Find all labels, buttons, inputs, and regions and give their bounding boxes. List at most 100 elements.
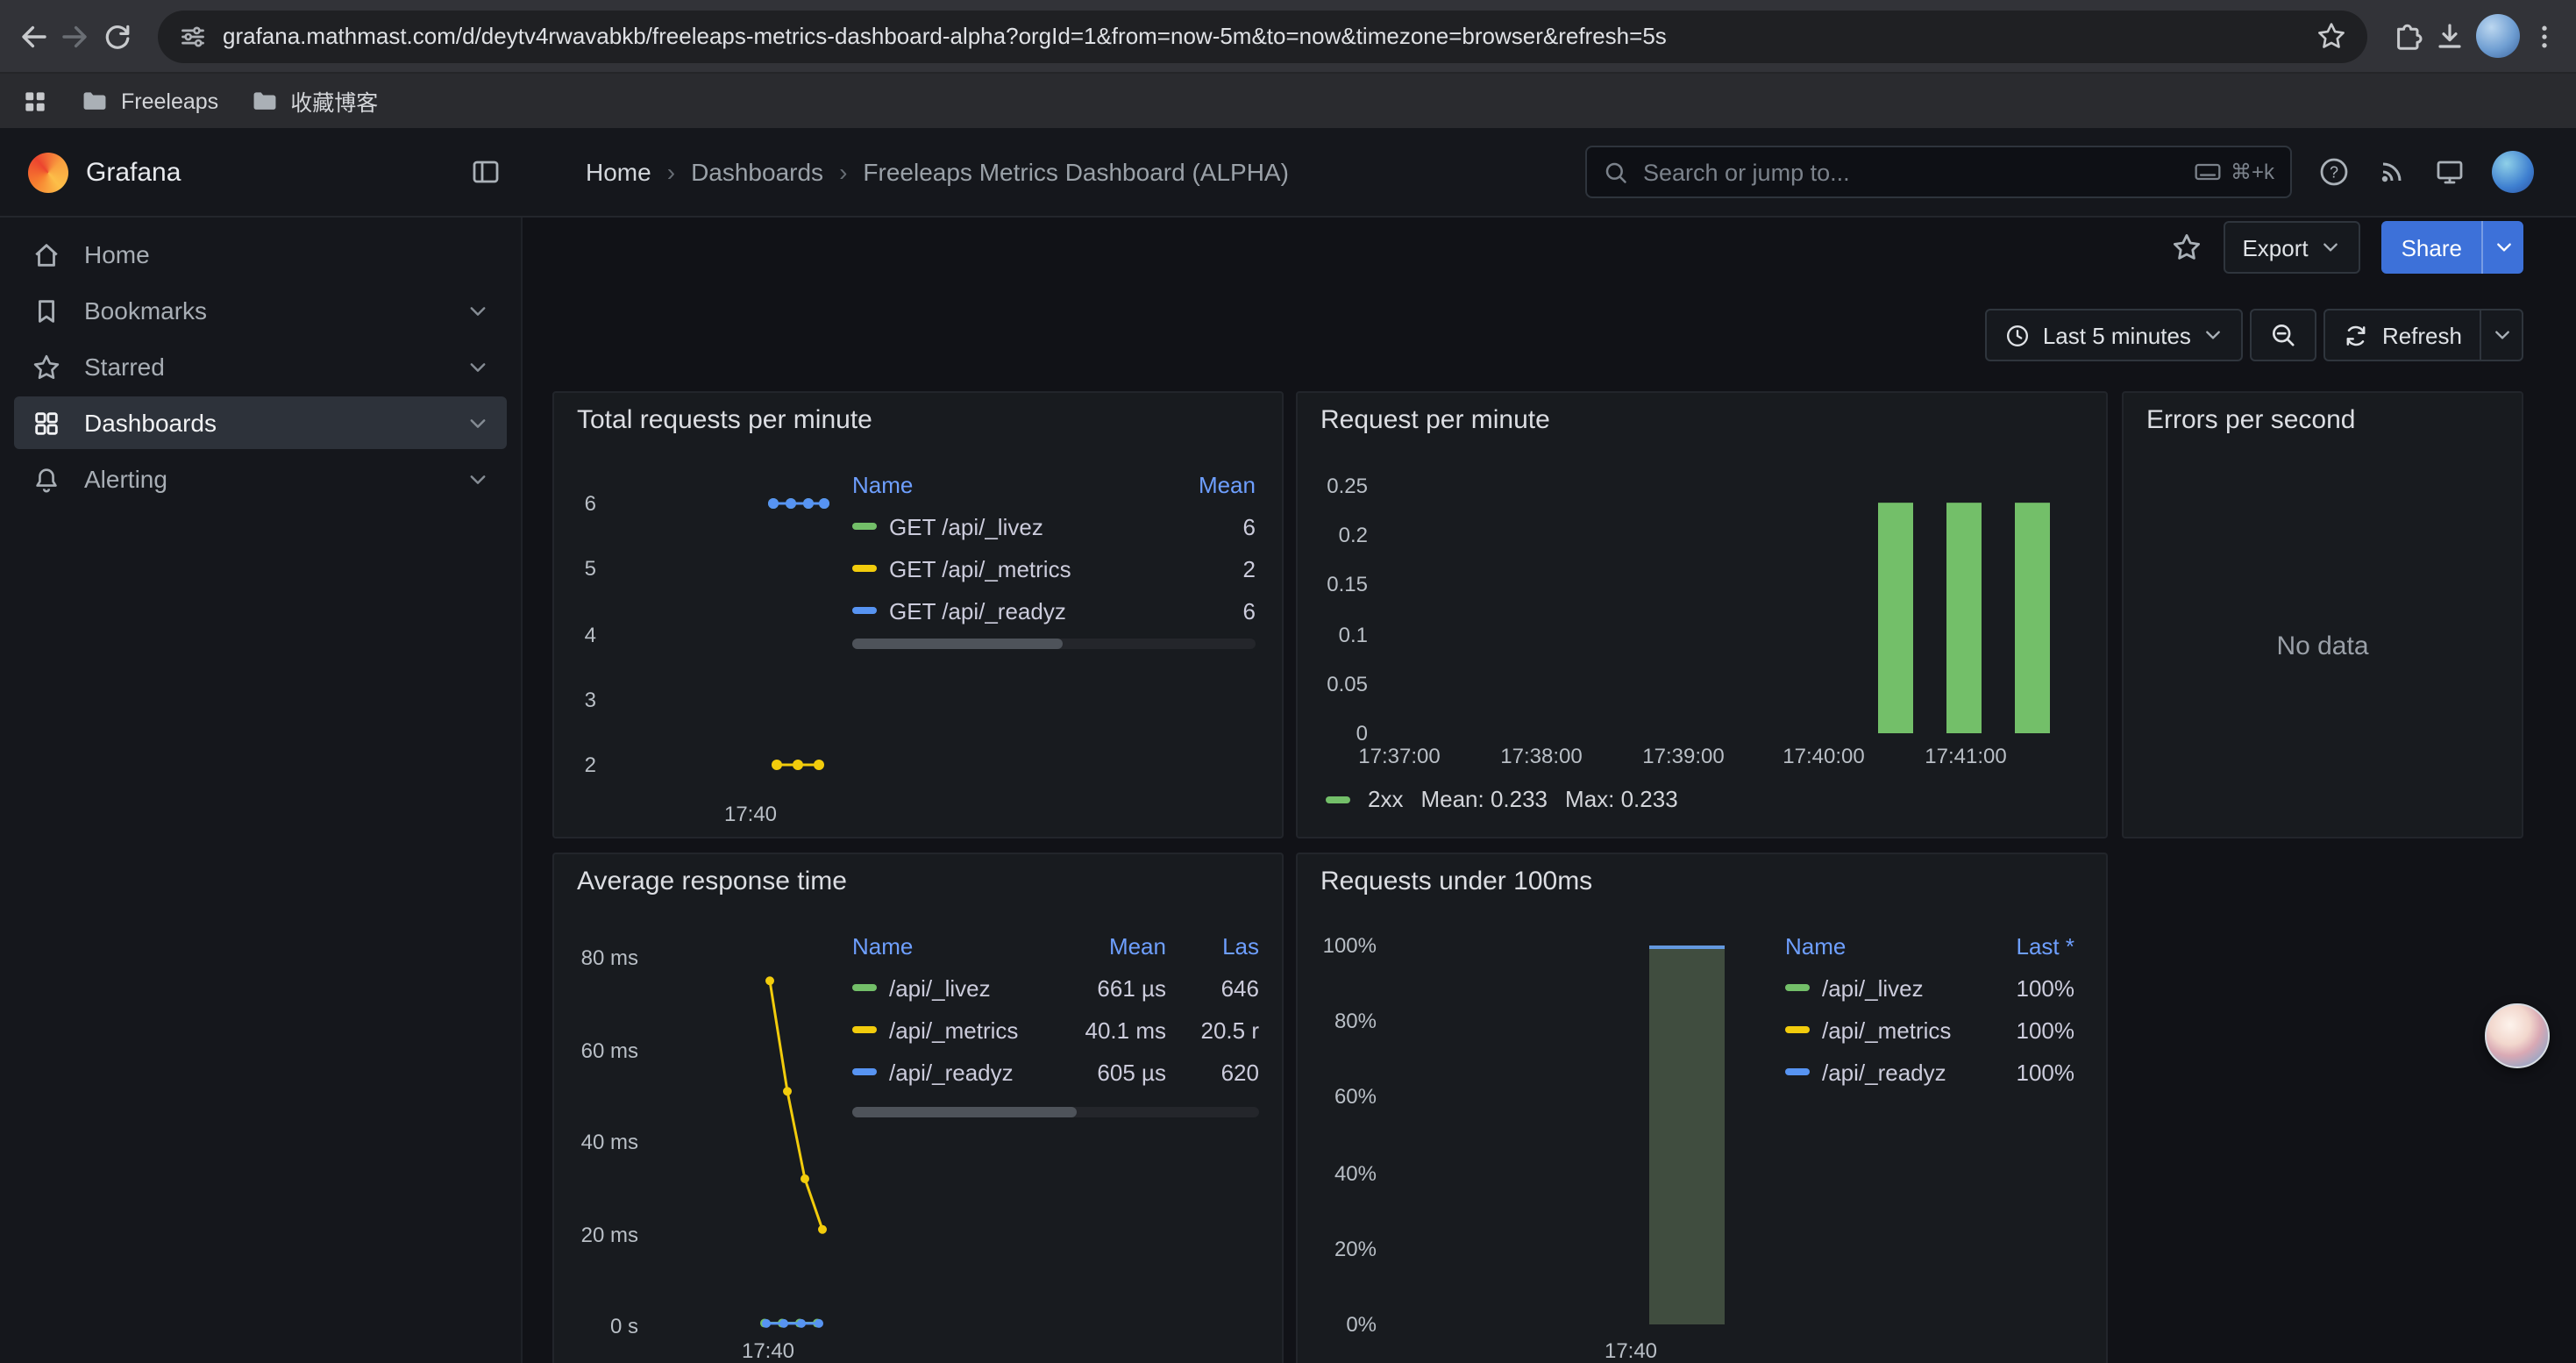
screen: grafana.mathmast.com/d/deytv4rwavabkb/fr…: [0, 0, 2576, 1363]
legend-header-name[interactable]: Name: [1785, 932, 2004, 959]
zoom-out-button[interactable]: [2251, 309, 2317, 361]
sidebar-item-alerting[interactable]: Alerting: [14, 453, 507, 505]
bookmark-item[interactable]: 收藏博客: [250, 84, 378, 118]
back-button[interactable]: [18, 20, 49, 52]
home-icon: [32, 239, 61, 269]
panel-title[interactable]: Errors per second: [2146, 405, 2355, 435]
favorite-star-icon[interactable]: [2170, 232, 2202, 263]
sidebar-item-dashboards[interactable]: Dashboards: [14, 396, 507, 449]
forward-button[interactable]: [60, 20, 91, 52]
sidebar-item-home[interactable]: Home: [14, 228, 507, 281]
bookmarks-bar: Freeleaps 收藏博客: [0, 72, 2576, 128]
breadcrumb-separator: ›: [839, 158, 847, 186]
dashboard-area: Export Share Last 5 minutes: [523, 218, 2576, 1363]
time-range-picker[interactable]: Last 5 minutes: [1985, 309, 2244, 361]
panel-request-per-minute: Request per minute 0.250.20.150.10.05017…: [1296, 391, 2108, 838]
legend-scrollbar[interactable]: [852, 1107, 1259, 1117]
chevron-down-icon[interactable]: [466, 299, 489, 322]
sidebar: Home Bookmarks Starred Dashboards Alerti…: [0, 218, 523, 1363]
dashboard-actions: Export Share: [2170, 221, 2523, 274]
breadcrumb-home[interactable]: Home: [586, 158, 651, 186]
chevron-down-icon[interactable]: [466, 355, 489, 378]
panel-requests-under-100ms: Requests under 100ms 100%80%60%40%20%0%1…: [1296, 853, 2108, 1363]
browser-menu-icon[interactable]: [2530, 22, 2558, 50]
series-swatch: [852, 1026, 877, 1033]
bookmark-item[interactable]: Freeleaps: [81, 87, 218, 115]
chevron-down-icon[interactable]: [466, 411, 489, 434]
legend-series-name[interactable]: 2xx: [1368, 786, 1403, 812]
panel-legend: Name Mean Las /api/_livez 661 µs 646 /ap…: [852, 924, 1259, 1093]
grafana-logo[interactable]: [28, 152, 68, 192]
help-icon[interactable]: ?: [2318, 156, 2350, 188]
legend-row: /api/_livez 661 µs 646: [852, 967, 1259, 1009]
collapse-sidebar-icon[interactable]: [470, 156, 502, 188]
url-text[interactable]: grafana.mathmast.com/d/deytv4rwavabkb/fr…: [223, 23, 2301, 49]
browser-profile-avatar[interactable]: [2476, 14, 2520, 58]
legend-row: GET /api/_readyz 6: [852, 589, 1256, 632]
share-menu-chevron[interactable]: [2481, 221, 2523, 274]
bookmark-icon: [32, 296, 61, 325]
sidebar-item-bookmarks[interactable]: Bookmarks: [14, 284, 507, 337]
legend-header-name[interactable]: Name: [852, 471, 1186, 497]
legend-header-last[interactable]: Last *: [2017, 932, 2075, 959]
search-shortcut: ⌘+k: [2194, 158, 2274, 186]
chevron-down-icon[interactable]: [466, 467, 489, 490]
series-swatch: [852, 1068, 877, 1075]
no-data-message: No data: [2124, 632, 2522, 661]
chevron-down-icon: [2203, 325, 2224, 346]
address-bar[interactable]: grafana.mathmast.com/d/deytv4rwavabkb/fr…: [158, 10, 2367, 62]
series-swatch: [1785, 1026, 1810, 1033]
legend-header-name[interactable]: Name: [852, 932, 1045, 959]
breadcrumb: Home › Dashboards › Freeleaps Metrics Da…: [586, 158, 1289, 186]
svg-text:?: ?: [2330, 163, 2338, 181]
legend-header-mean[interactable]: Mean: [1199, 471, 1256, 497]
user-avatar[interactable]: [2492, 151, 2534, 193]
sidebar-item-starred[interactable]: Starred: [14, 340, 507, 393]
floating-assistant-avatar[interactable]: [2485, 1003, 2550, 1068]
legend-header-mean[interactable]: Mean: [1057, 932, 1166, 959]
chevron-down-icon: [2491, 325, 2512, 346]
breadcrumb-current: Freeleaps Metrics Dashboard (ALPHA): [863, 158, 1289, 186]
series-swatch: [852, 523, 877, 530]
refresh-interval-chevron[interactable]: [2480, 310, 2522, 360]
browser-toolbar: grafana.mathmast.com/d/deytv4rwavabkb/fr…: [0, 0, 2576, 72]
bookmark-star-icon[interactable]: [2316, 21, 2346, 51]
grafana-header-right: Search or jump to... ⌘+k ?: [1585, 146, 2576, 198]
clock-icon: [2004, 322, 2031, 348]
series-swatch: [852, 565, 877, 572]
legend-row: /api/_livez 100%: [1785, 967, 2074, 1009]
download-icon[interactable]: [2434, 20, 2466, 52]
sidebar-item-label: Bookmarks: [84, 296, 207, 325]
folder-icon: [81, 87, 109, 115]
series-swatch: [852, 984, 877, 991]
keyboard-icon: [2194, 158, 2222, 186]
breadcrumb-dashboards[interactable]: Dashboards: [691, 158, 823, 186]
kiosk-monitor-icon[interactable]: [2434, 156, 2466, 188]
legend-mean: Mean: 0.233: [1420, 786, 1548, 812]
refresh-button[interactable]: Refresh: [2324, 309, 2523, 361]
sidebar-item-label: Dashboards: [84, 409, 217, 437]
chevron-down-icon: [2321, 237, 2342, 258]
panel-avg-response-time: Average response time 80 ms60 ms40 ms20 …: [552, 853, 1284, 1363]
series-swatch: [1785, 984, 1810, 991]
legend-row: GET /api/_livez 6: [852, 505, 1256, 547]
legend-max: Max: 0.233: [1565, 786, 1678, 812]
star-icon: [32, 352, 61, 382]
apps-grid-icon[interactable]: [21, 87, 49, 115]
search-icon: [1603, 159, 1629, 185]
export-button[interactable]: Export: [2223, 221, 2360, 274]
news-rss-icon[interactable]: [2376, 156, 2408, 188]
search-input[interactable]: Search or jump to... ⌘+k: [1585, 146, 2292, 198]
panel-legend: Name Mean GET /api/_livez 6 GET /api/_me…: [852, 463, 1256, 632]
breadcrumb-separator: ›: [667, 158, 675, 186]
extensions-icon[interactable]: [2392, 20, 2423, 52]
series-swatch: [1785, 1068, 1810, 1075]
legend-header-last[interactable]: Las: [1178, 932, 1259, 959]
share-button[interactable]: Share: [2382, 221, 2523, 274]
grafana-header: Grafana Home › Dashboards › Freeleaps Me…: [0, 128, 2576, 218]
site-info-icon[interactable]: [179, 22, 207, 50]
legend-scrollbar[interactable]: [852, 639, 1256, 649]
bookmark-label: 收藏博客: [290, 84, 378, 118]
reload-button[interactable]: [102, 20, 133, 52]
chevron-down-icon: [2493, 237, 2514, 258]
